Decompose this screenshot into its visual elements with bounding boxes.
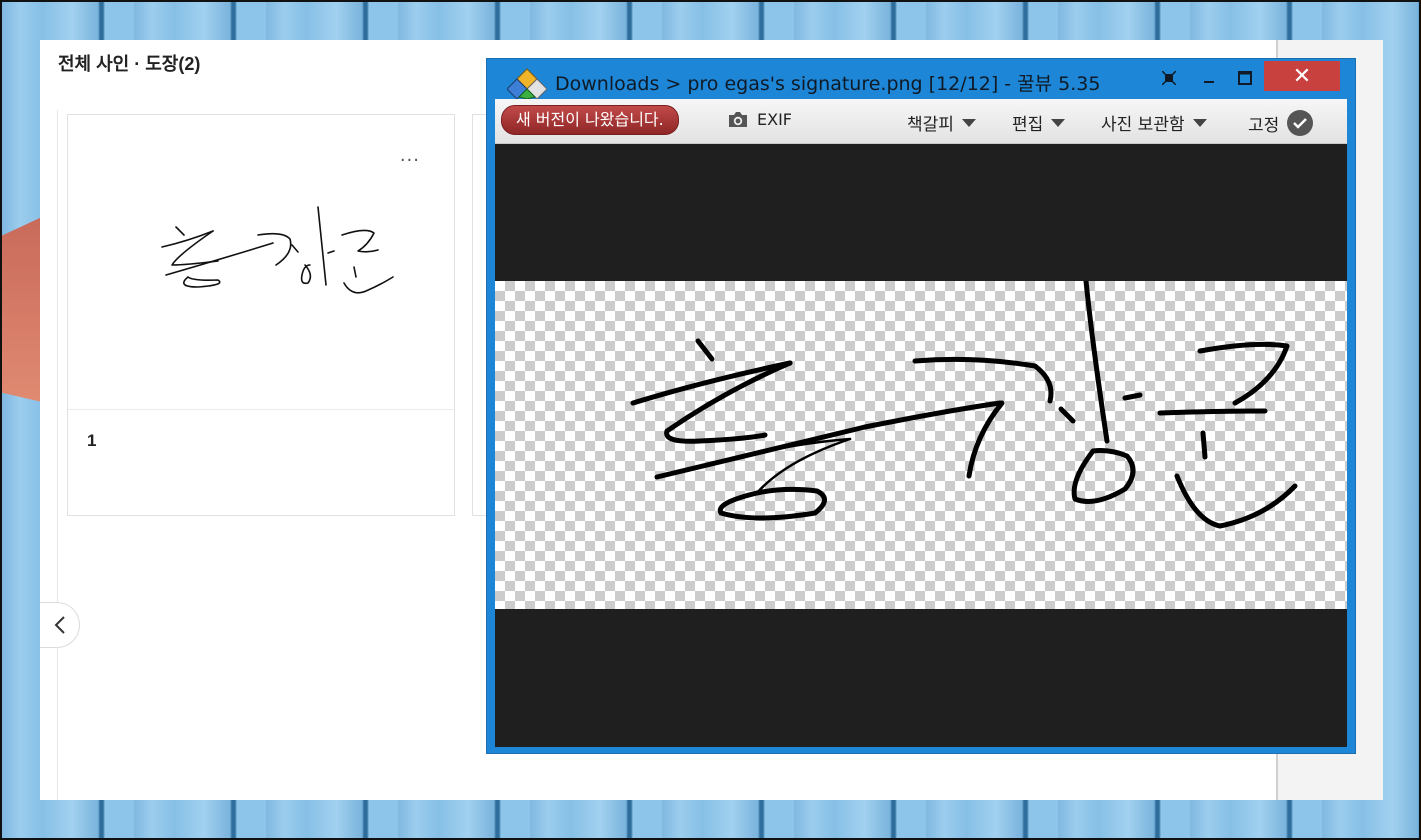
edit-menu[interactable]: 편집 xyxy=(1012,110,1066,135)
bookmark-menu-label: 책갈피 xyxy=(907,115,954,135)
close-icon: ✕ xyxy=(1292,63,1312,89)
divider xyxy=(57,110,58,800)
more-icon[interactable]: ... xyxy=(400,145,420,166)
chevron-left-icon xyxy=(54,616,65,634)
fit-button[interactable] xyxy=(1155,62,1183,94)
check-icon xyxy=(1287,110,1314,136)
fit-icon xyxy=(1162,71,1176,85)
maximize-icon xyxy=(1238,71,1252,85)
signature-strokes xyxy=(630,281,1298,529)
maximize-button[interactable] xyxy=(1231,62,1259,94)
signature-card[interactable]: ... 1 xyxy=(67,114,455,516)
wallpaper-red-decoration xyxy=(2,217,42,402)
photo-storage-menu-label: 사진 보관함 xyxy=(1101,115,1185,135)
caret-down-icon xyxy=(961,118,976,127)
window-title: Downloads > pro egas's signature.png [12… xyxy=(555,73,1101,95)
exif-label: EXIF xyxy=(757,109,792,129)
edit-menu-label: 편집 xyxy=(1012,115,1044,135)
viewer-toolbar: 새 버전이 나왔습니다. EXIF 책갈피 편집 사진 보관함 고정 xyxy=(495,99,1347,144)
signature-thumbnail[interactable]: ... xyxy=(68,115,454,410)
caret-down-icon xyxy=(1192,118,1207,127)
signature-thumbnail-image xyxy=(161,206,394,294)
close-button[interactable]: ✕ xyxy=(1264,61,1340,91)
caret-down-icon xyxy=(1051,118,1066,127)
app-logo-icon xyxy=(507,68,547,99)
page-title: 전체 사인 · 도장(2) xyxy=(58,54,201,74)
minimize-button[interactable] xyxy=(1195,62,1223,94)
image-viewer-window[interactable]: Downloads > pro egas's signature.png [12… xyxy=(486,58,1356,754)
pin-toggle[interactable]: 고정 xyxy=(1248,110,1314,136)
title-bar[interactable]: Downloads > pro egas's signature.png [12… xyxy=(487,59,1355,99)
minimize-icon xyxy=(1204,81,1214,83)
image-canvas[interactable] xyxy=(495,144,1347,747)
photo-storage-menu[interactable]: 사진 보관함 xyxy=(1101,110,1207,135)
exif-button[interactable]: EXIF xyxy=(727,109,792,129)
previous-button[interactable] xyxy=(40,602,80,648)
bookmark-menu[interactable]: 책갈피 xyxy=(907,110,976,135)
new-version-button[interactable]: 새 버전이 나왔습니다. xyxy=(501,105,679,135)
signature-image xyxy=(495,281,1347,609)
pin-label: 고정 xyxy=(1248,115,1280,136)
camera-icon xyxy=(729,112,747,127)
card-label: 1 xyxy=(87,431,97,450)
